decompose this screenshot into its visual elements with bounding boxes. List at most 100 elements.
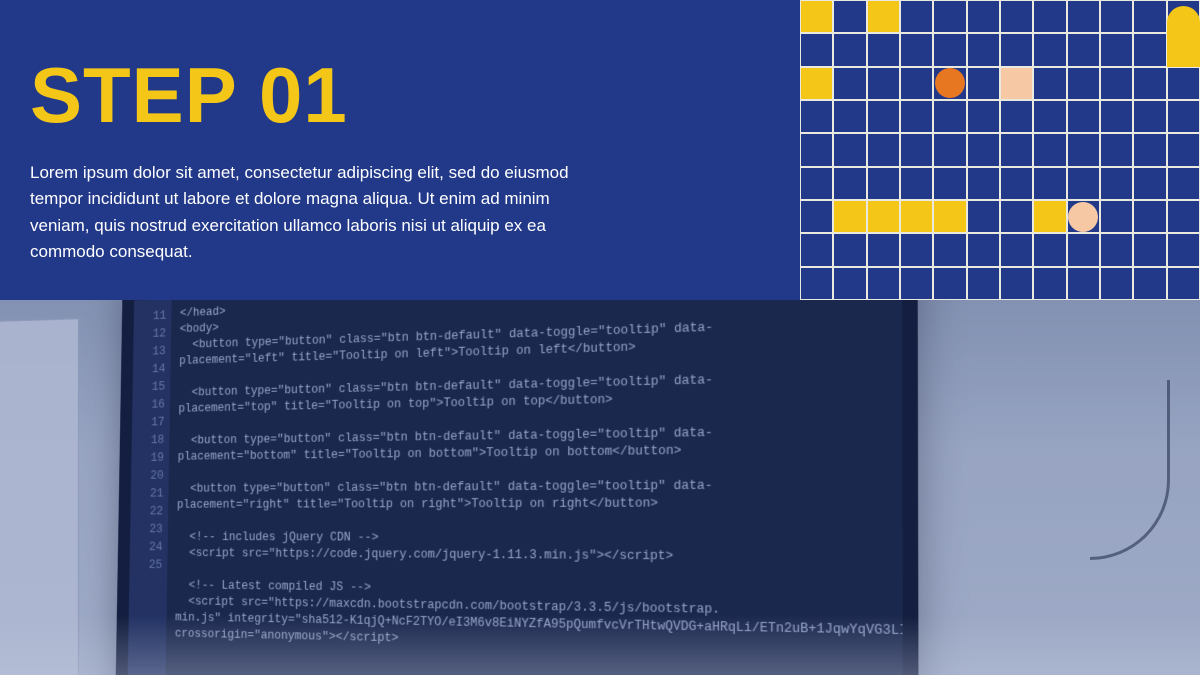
grid-cell — [900, 167, 933, 200]
grid-cell — [867, 200, 900, 233]
grid-cell — [933, 100, 966, 133]
grid-cell — [867, 100, 900, 133]
grid-cell — [1033, 67, 1066, 100]
grid-cell — [1033, 267, 1066, 300]
grid-cell — [1100, 167, 1133, 200]
grid-cell — [833, 267, 866, 300]
grid-cell — [1133, 100, 1166, 133]
grid-cell — [1067, 0, 1100, 33]
grid-cell — [1167, 167, 1200, 200]
grid-cell — [1167, 200, 1200, 233]
grid-cell — [833, 67, 866, 100]
grid-cell — [867, 167, 900, 200]
grid-cell — [933, 133, 966, 166]
grid-cell — [933, 167, 966, 200]
grid-cell — [933, 233, 966, 266]
grid-cell — [900, 100, 933, 133]
grid-cell — [1067, 100, 1100, 133]
grid-cell — [833, 0, 866, 33]
grid-cell — [1100, 100, 1133, 133]
grid-cell — [1067, 67, 1100, 100]
grid-cell — [1167, 267, 1200, 300]
grid-cell — [1000, 0, 1033, 33]
desk-surface — [0, 615, 1200, 675]
grid-cell — [967, 0, 1000, 33]
grid-cell — [1133, 200, 1166, 233]
grid-cell — [833, 100, 866, 133]
grid-cell — [967, 133, 1000, 166]
slide-body-text: Lorem ipsum dolor sit amet, consectetur … — [30, 160, 590, 265]
grid-cell — [1000, 233, 1033, 266]
grid-cell — [1067, 233, 1100, 266]
grid-cell — [900, 233, 933, 266]
grid-cell — [1033, 0, 1066, 33]
grid-cell — [1033, 133, 1066, 166]
grid-cell — [833, 33, 866, 66]
grid-cell — [1000, 100, 1033, 133]
grid-cell — [1100, 267, 1133, 300]
grid-cell — [867, 233, 900, 266]
grid-cell — [1100, 233, 1133, 266]
grid-cell — [1067, 133, 1100, 166]
grid-cell — [1133, 233, 1166, 266]
grid-cell — [1100, 200, 1133, 233]
grid-cell — [900, 33, 933, 66]
grid-cell — [800, 0, 833, 33]
grid-cell — [1000, 200, 1033, 233]
grid-cell — [1133, 67, 1166, 100]
grid-cell — [900, 200, 933, 233]
grid-cell — [867, 267, 900, 300]
grid-cell — [800, 167, 833, 200]
grid-cell — [1067, 33, 1100, 66]
grid-cell — [1033, 200, 1066, 233]
grid-cell — [933, 200, 966, 233]
grid-cell — [1033, 33, 1066, 66]
grid-cell — [867, 0, 900, 33]
grid-cell — [1100, 133, 1133, 166]
grid-cell — [1100, 0, 1133, 33]
slide: 111213141516171819202122232425 </head> <… — [0, 0, 1200, 675]
grid-cell — [833, 200, 866, 233]
grid-cell — [1033, 233, 1066, 266]
grid-cell — [1000, 33, 1033, 66]
grid-cell — [1167, 233, 1200, 266]
grid-cell — [800, 233, 833, 266]
grid-cell — [800, 133, 833, 166]
grid-cell — [867, 67, 900, 100]
grid-cell — [967, 67, 1000, 100]
code-content: </head> <body> <button type="button" cla… — [175, 300, 892, 659]
grid-cell — [967, 100, 1000, 133]
peach-circle-icon — [1068, 202, 1098, 232]
decorative-grid — [800, 0, 1200, 300]
grid-cell — [967, 33, 1000, 66]
cable — [1090, 380, 1170, 560]
grid-cell — [833, 133, 866, 166]
grid-cell — [1100, 67, 1133, 100]
grid-cell — [967, 200, 1000, 233]
grid-cell — [967, 233, 1000, 266]
grid-cell — [800, 67, 833, 100]
grid-cell — [833, 233, 866, 266]
background-photo: 111213141516171819202122232425 </head> <… — [0, 300, 1200, 675]
grid-cell — [1133, 133, 1166, 166]
grid-cell — [967, 167, 1000, 200]
grid-cell — [1000, 267, 1033, 300]
grid-cell — [900, 67, 933, 100]
grid-cell — [833, 167, 866, 200]
grid-cell — [867, 33, 900, 66]
grid-cell — [900, 0, 933, 33]
grid-cell — [1133, 167, 1166, 200]
grid-cell — [1000, 167, 1033, 200]
yellow-arch-icon — [1167, 6, 1200, 67]
slide-title: STEP 01 — [30, 50, 348, 141]
grid-cell — [933, 33, 966, 66]
grid-cell — [800, 200, 833, 233]
grid-cell — [1167, 133, 1200, 166]
grid-cell — [967, 267, 1000, 300]
grid-cell — [867, 133, 900, 166]
grid-cell — [1133, 33, 1166, 66]
grid-cell — [900, 133, 933, 166]
grid-cell — [800, 267, 833, 300]
grid-cell — [1167, 100, 1200, 133]
grid-cell — [1133, 267, 1166, 300]
